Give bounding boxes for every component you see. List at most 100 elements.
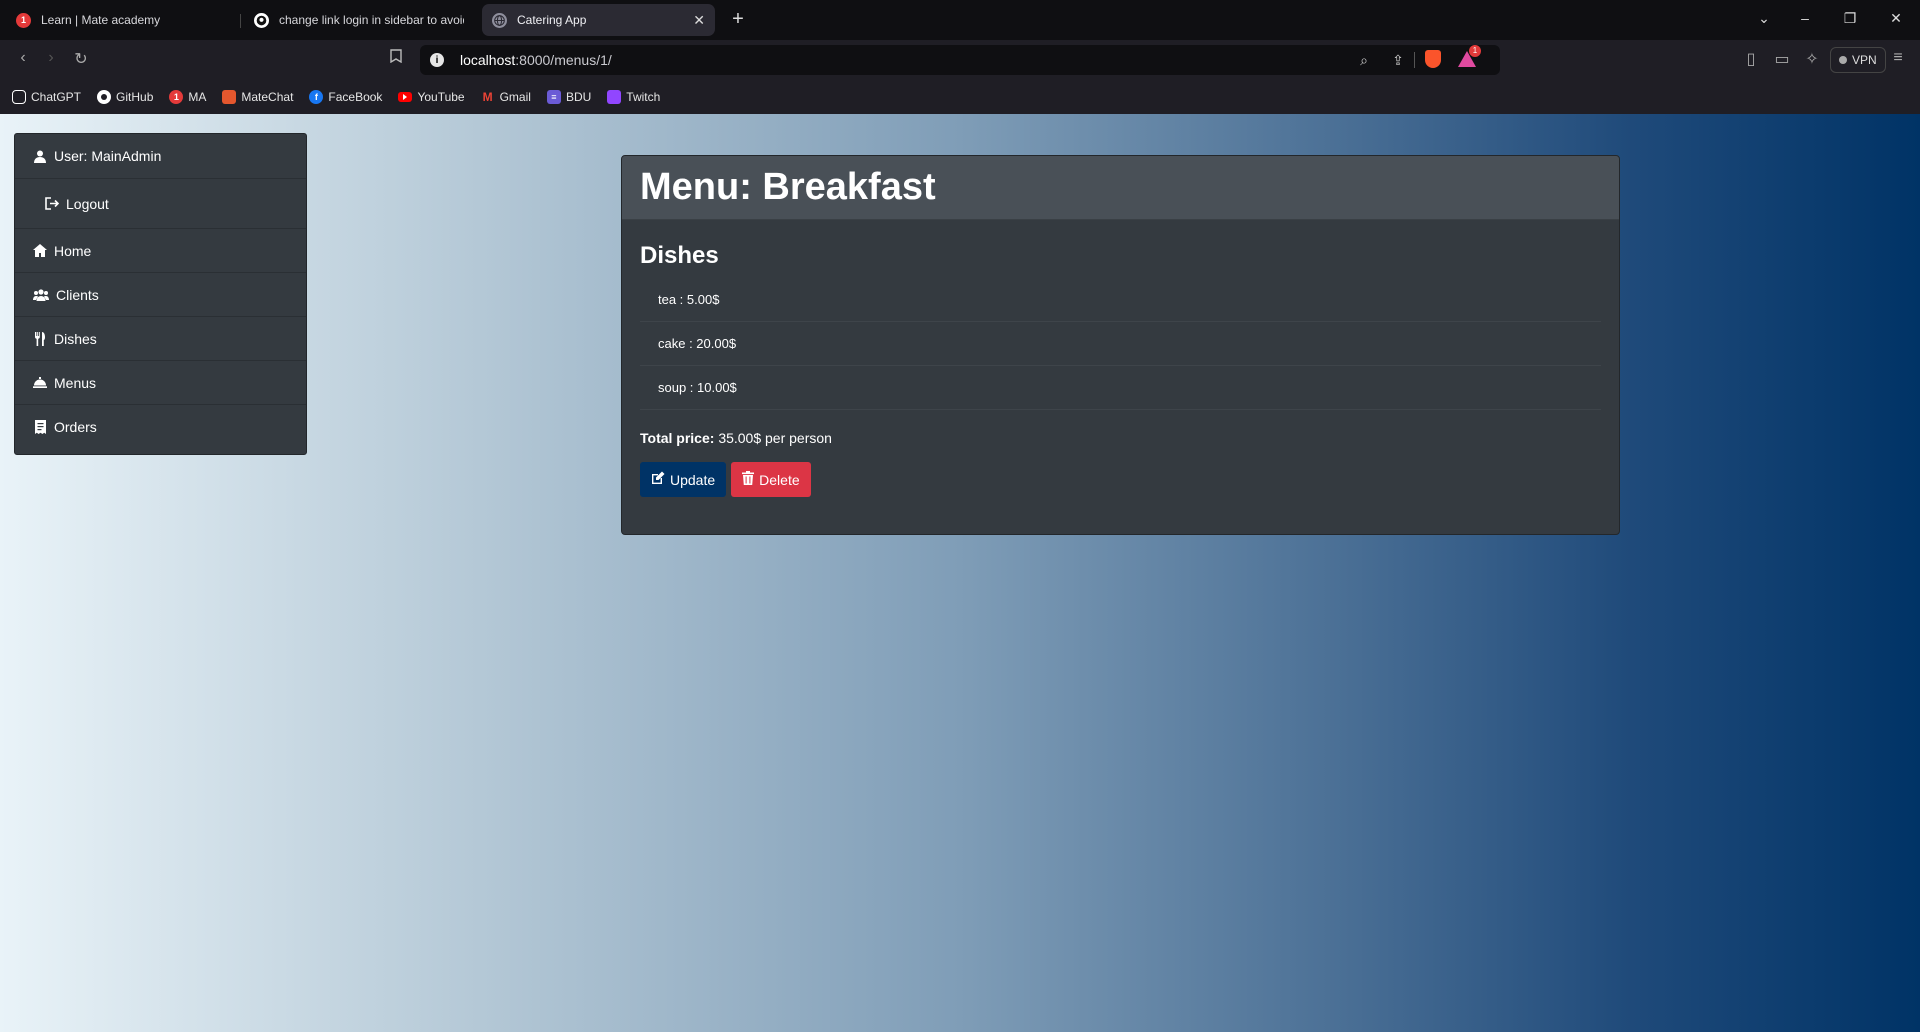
users-icon bbox=[33, 288, 49, 302]
globe-icon bbox=[492, 12, 507, 28]
home-icon bbox=[33, 244, 47, 258]
bdu-icon: ≡ bbox=[546, 90, 561, 104]
total-price-value: 35.00$ per person bbox=[718, 430, 832, 446]
bookmark-label: MateChat bbox=[241, 90, 294, 104]
sidebar-item-label: Dishes bbox=[54, 330, 97, 347]
bookmark-facebook[interactable]: f FaceBook bbox=[309, 90, 382, 104]
bookmark-twitch[interactable]: Twitch bbox=[607, 90, 660, 104]
youtube-icon bbox=[398, 92, 413, 102]
reload-icon[interactable]: ↻ bbox=[70, 49, 92, 69]
tab-title: Catering App bbox=[517, 13, 587, 27]
tab-title: Learn | Mate academy bbox=[41, 13, 161, 27]
page-background: User: MainAdmin Logout Home Clients Dish… bbox=[0, 114, 1920, 1032]
card-header: Menu: Breakfast bbox=[622, 156, 1619, 220]
bookmark-label: MA bbox=[188, 90, 207, 104]
sidebar-item-home[interactable]: Home bbox=[15, 229, 306, 273]
restore-icon[interactable]: ❐ bbox=[1840, 10, 1860, 27]
matechat-icon bbox=[222, 90, 237, 104]
brave-shields-icon[interactable] bbox=[1423, 49, 1443, 71]
sidebar-item-label: Menus bbox=[54, 374, 97, 391]
twitch-icon bbox=[607, 90, 622, 104]
page-title: Menu: Breakfast bbox=[640, 166, 936, 208]
user-icon bbox=[33, 149, 47, 163]
gmail-icon: M bbox=[482, 90, 493, 104]
vpn-button[interactable]: VPN bbox=[1830, 47, 1886, 73]
tab-list-chevron-icon[interactable]: ⌄ bbox=[1754, 10, 1774, 27]
bookmark-label: Gmail bbox=[499, 90, 531, 104]
user-label: User: MainAdmin bbox=[54, 148, 162, 164]
forward-icon[interactable]: › bbox=[40, 49, 62, 67]
utensils-icon bbox=[33, 331, 47, 346]
bookmark-label: BDU bbox=[565, 90, 592, 104]
receipt-icon bbox=[33, 420, 47, 434]
total-price-label: Total price: bbox=[640, 430, 715, 446]
sidebar: User: MainAdmin Logout Home Clients Dish… bbox=[14, 133, 307, 455]
bookmark-matechat[interactable]: MateChat bbox=[222, 90, 293, 104]
sidebar-toggle-icon[interactable]: ▯ bbox=[1740, 49, 1762, 69]
zoom-icon[interactable]: ⌕ bbox=[1354, 52, 1374, 69]
logout-icon bbox=[45, 197, 59, 211]
browser-tab-bar: 1 Learn | Mate academy change link login… bbox=[0, 0, 1920, 40]
mate-academy-icon: 1 bbox=[169, 90, 184, 104]
close-tab-icon[interactable]: ✕ bbox=[693, 12, 705, 29]
trash-icon bbox=[742, 471, 755, 488]
mate-academy-icon: 1 bbox=[16, 12, 31, 28]
sidebar-item-clients[interactable]: Clients bbox=[15, 273, 306, 317]
tab-github[interactable]: change link login in sidebar to avoid bbox=[244, 4, 474, 36]
bookmark-label: Twitch bbox=[626, 90, 661, 104]
bell-concierge-icon bbox=[33, 376, 47, 390]
tab-title: change link login in sidebar to avoid bbox=[279, 13, 464, 27]
list-item: cake : 20.00$ bbox=[640, 322, 1601, 366]
bookmark-github[interactable]: GitHub bbox=[97, 90, 153, 104]
bookmark-bdu[interactable]: ≡ BDU bbox=[546, 90, 592, 104]
tab-mate-academy[interactable]: 1 Learn | Mate academy bbox=[6, 4, 238, 36]
sidebar-user: User: MainAdmin bbox=[15, 134, 306, 179]
browser-nav-bar: ‹ › ↻ i localhost:8000/menus/1/ ⌕ ⇪ 1 ▯ … bbox=[0, 40, 1920, 80]
divider bbox=[1414, 52, 1415, 68]
bookmark-ma[interactable]: 1 MA bbox=[169, 90, 206, 104]
bookmark-label: ChatGPT bbox=[31, 90, 82, 104]
menu-detail-card: Menu: Breakfast Dishes tea : 5.00$ cake … bbox=[621, 155, 1620, 535]
github-icon bbox=[254, 12, 269, 28]
card-body: Dishes tea : 5.00$ cake : 20.00$ soup : … bbox=[622, 220, 1619, 497]
bookmark-gmail[interactable]: M Gmail bbox=[481, 90, 531, 104]
sidebar-item-label: Orders bbox=[54, 419, 97, 435]
action-buttons: Update Delete bbox=[640, 462, 1601, 497]
new-tab-icon[interactable]: + bbox=[728, 8, 748, 30]
update-button[interactable]: Update bbox=[640, 462, 727, 497]
sidebar-item-menus[interactable]: Menus bbox=[15, 361, 306, 405]
menu-icon[interactable]: ≡ bbox=[1887, 49, 1909, 67]
leo-ai-icon[interactable]: ✧ bbox=[1801, 49, 1823, 69]
dish-list: tea : 5.00$ cake : 20.00$ soup : 10.00$ bbox=[640, 278, 1601, 410]
minimize-icon[interactable]: – bbox=[1795, 10, 1815, 26]
sidebar-item-orders[interactable]: Orders bbox=[15, 405, 306, 449]
tab-catering-app[interactable]: Catering App ✕ bbox=[482, 4, 715, 36]
brave-rewards-icon[interactable]: 1 bbox=[1457, 44, 1481, 70]
logout-label: Logout bbox=[66, 195, 109, 212]
sidebar-item-label: Clients bbox=[56, 286, 99, 303]
sidebar-item-logout[interactable]: Logout bbox=[15, 179, 306, 229]
total-price: Total price: 35.00$ per person bbox=[640, 430, 1601, 446]
url-text[interactable]: localhost:8000/menus/1/ bbox=[460, 52, 612, 68]
bookmark-page-icon[interactable] bbox=[385, 49, 407, 68]
dishes-heading: Dishes bbox=[640, 242, 719, 269]
delete-label: Delete bbox=[759, 471, 800, 488]
edit-icon bbox=[651, 471, 665, 488]
bookmark-chatgpt[interactable]: ChatGPT bbox=[12, 90, 81, 104]
github-icon bbox=[97, 90, 112, 104]
bookmark-label: GitHub bbox=[116, 90, 154, 104]
close-window-icon[interactable]: ✕ bbox=[1886, 10, 1906, 27]
site-info-icon[interactable]: i bbox=[430, 53, 444, 67]
sidebar-item-dishes[interactable]: Dishes bbox=[15, 317, 306, 361]
bookmark-youtube[interactable]: YouTube bbox=[398, 90, 465, 104]
bookmark-label: FaceBook bbox=[328, 90, 383, 104]
address-bar-tools: ⌕ ⇪ 1 bbox=[1354, 44, 1481, 75]
wallet-icon[interactable]: ▭ bbox=[1771, 49, 1793, 69]
address-bar[interactable]: i localhost:8000/menus/1/ bbox=[420, 45, 1500, 75]
list-item: tea : 5.00$ bbox=[640, 278, 1601, 322]
list-item: soup : 10.00$ bbox=[640, 366, 1601, 410]
delete-button[interactable]: Delete bbox=[731, 462, 811, 497]
back-icon[interactable]: ‹ bbox=[12, 49, 34, 67]
bookmark-label: YouTube bbox=[417, 90, 465, 104]
share-icon[interactable]: ⇪ bbox=[1388, 52, 1408, 69]
